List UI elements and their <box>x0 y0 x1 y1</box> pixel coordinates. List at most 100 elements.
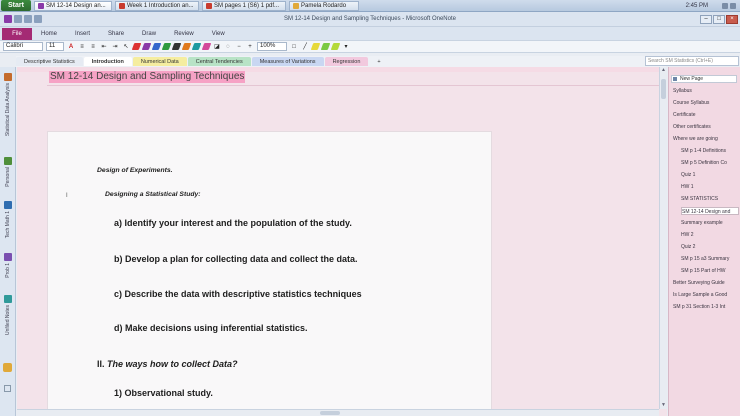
page-list-item[interactable]: Quiz 2 <box>681 243 739 251</box>
title-divider <box>47 85 667 86</box>
page-list-item[interactable]: SM STATISTICS <box>681 195 739 203</box>
scroll-up-icon[interactable]: ▲ <box>660 67 667 74</box>
section-heading-title: The ways how to collect Data? <box>107 359 238 369</box>
clock: 2:45 PM <box>685 2 708 9</box>
page-list-item[interactable]: Quiz 1 <box>681 171 739 179</box>
pen-red-icon[interactable] <box>131 43 142 50</box>
page-list-item[interactable]: SM p 1-4 Definitions <box>681 147 739 155</box>
start-button[interactable]: Start <box>1 0 31 11</box>
section-tab[interactable]: Central Tendencies <box>187 57 251 66</box>
section-tab[interactable]: Measures of Variations <box>251 57 324 66</box>
page-list-item[interactable]: Better Surveying Guide <box>673 279 739 287</box>
scrollbar-thumb[interactable] <box>661 79 666 99</box>
expand-pane-icon[interactable] <box>4 385 11 392</box>
notebook-item[interactable]: Tech Math 1 <box>3 201 13 238</box>
list-item[interactable]: c) Describe the data with descriptive st… <box>114 289 362 299</box>
pen-blue-icon[interactable] <box>151 43 162 50</box>
taskbar-item[interactable]: Week 1 Introduction an... <box>115 0 199 11</box>
outdent-icon[interactable]: ⇤ <box>100 43 108 51</box>
page-list-item[interactable]: HW 1 <box>681 183 739 191</box>
highlighter-yellow-icon[interactable] <box>310 43 321 50</box>
bullets-icon[interactable]: ≡ <box>78 43 86 51</box>
section-tab[interactable]: Numerical Data <box>132 57 187 66</box>
page-list-item[interactable]: SM p 15 a3 Summary <box>681 255 739 263</box>
pen-orange-icon[interactable] <box>181 43 192 50</box>
heading[interactable]: Design of Experiments. <box>97 167 173 174</box>
taskbar-item[interactable]: SM 12-14 Design an... <box>34 0 112 11</box>
volume-icon[interactable] <box>730 2 736 9</box>
network-icon[interactable] <box>722 2 728 9</box>
zoom-select[interactable]: 100% <box>257 42 287 51</box>
pen-green-icon[interactable] <box>161 43 172 50</box>
pen-black-icon[interactable] <box>171 43 182 50</box>
zoom-in-icon[interactable]: + <box>246 43 254 51</box>
scrollbar-thumb[interactable] <box>320 411 340 415</box>
page-canvas[interactable]: SM 12-14 Design and Sampling Techniques … <box>17 67 667 416</box>
notebook-label: Personal <box>5 167 11 187</box>
tab-review[interactable]: Review <box>165 28 203 40</box>
font-color-icon[interactable]: A <box>67 43 75 51</box>
page-list-item[interactable]: Certificate <box>673 111 739 119</box>
zoom-out-icon[interactable]: − <box>235 43 243 51</box>
section-tab[interactable]: Introduction <box>83 57 132 66</box>
pen-teal-icon[interactable] <box>191 43 202 50</box>
tab-insert[interactable]: Insert <box>66 28 99 40</box>
more-tools-icon[interactable]: ▾ <box>342 43 350 51</box>
tab-view[interactable]: View <box>203 28 234 40</box>
notebook-item[interactable]: Unfiled Notes <box>3 295 13 335</box>
taskbar-item[interactable]: Pamela Rodardo <box>289 0 359 11</box>
tab-file[interactable]: File <box>2 28 32 40</box>
horizontal-scrollbar[interactable] <box>17 409 659 416</box>
tab-home[interactable]: Home <box>32 28 66 40</box>
taskbar-item-label: Week 1 Introduction an... <box>127 2 194 9</box>
page-list-item[interactable]: Other certificates <box>673 123 739 131</box>
tab-draw[interactable]: Draw <box>133 28 165 40</box>
notebook-item[interactable]: Statistical Data Analysis <box>3 73 13 136</box>
scroll-down-icon[interactable]: ▼ <box>660 402 667 409</box>
pen-pink-icon[interactable] <box>201 43 212 50</box>
add-section-label: + <box>377 58 381 65</box>
numbering-icon[interactable]: ≡ <box>89 43 97 51</box>
indent-icon[interactable]: ⇥ <box>111 43 119 51</box>
page-list-item[interactable]: SM p 15 Part of HW <box>681 267 739 275</box>
eraser-icon[interactable]: ◪ <box>213 43 221 51</box>
list-item[interactable]: a) Identify your interest and the popula… <box>114 218 352 228</box>
page-list-item[interactable]: SM 12-14 Design and <box>681 207 739 215</box>
new-page-button[interactable]: New Page <box>671 75 737 83</box>
highlighter-lime-icon[interactable] <box>330 43 341 50</box>
line-icon[interactable]: ╱ <box>301 43 309 51</box>
section-tab[interactable]: Regression <box>324 57 369 66</box>
page-list-item[interactable]: Is Large Sample a Good <box>673 291 739 299</box>
taskbar-item[interactable]: SM pages 1 (S6) 1 pdf... <box>202 0 286 11</box>
section-tab[interactable]: Descriptive Statistics <box>16 57 83 66</box>
notebook-item[interactable]: Personal <box>3 157 13 187</box>
pen-purple-icon[interactable] <box>141 43 152 50</box>
taskbar-item-label: SM 12-14 Design an... <box>46 2 106 9</box>
list-item[interactable]: b) Develop a plan for collecting data an… <box>114 254 358 264</box>
list-item[interactable]: d) Make decisions using inferential stat… <box>114 323 308 333</box>
notebook-item[interactable]: Prob 1 <box>3 253 13 278</box>
section-heading[interactable]: II. The ways how to collect Data? <box>97 359 238 369</box>
select-icon[interactable]: ↖ <box>122 43 130 51</box>
page-list-item[interactable]: SM p 31 Section 1-3 Int <box>673 303 739 311</box>
page-list-item[interactable]: HW 2 <box>681 231 739 239</box>
tab-share[interactable]: Share <box>99 28 133 40</box>
quick-notes-icon[interactable] <box>3 363 12 372</box>
shapes-icon[interactable]: □ <box>290 43 298 51</box>
vertical-scrollbar[interactable]: ▲ ▼ <box>659 67 667 409</box>
add-section-button[interactable]: + <box>369 57 389 66</box>
lasso-icon[interactable]: ◌ <box>224 43 232 51</box>
highlighter-green-icon[interactable] <box>320 43 331 50</box>
list-item[interactable]: 1) Observational study. <box>114 388 213 398</box>
font-size-select[interactable]: 11 <box>46 42 64 51</box>
page-title[interactable]: SM 12-14 Design and Sampling Techniques <box>49 71 246 83</box>
font-select[interactable]: Calibri <box>3 42 43 51</box>
search-input[interactable]: Search SM Statistics (Ctrl+E) <box>645 56 739 66</box>
page-list-item[interactable]: Syllabus <box>673 87 739 95</box>
page-list-item[interactable]: Summary example <box>681 219 739 227</box>
page-list-item[interactable]: SM p 5 Definition Co <box>681 159 739 167</box>
subheading[interactable]: Designing a Statistical Study: <box>105 191 201 198</box>
page-list-item[interactable]: Course Syllabus <box>673 99 739 107</box>
page-list-item[interactable]: Where we are going <box>673 135 739 143</box>
section-heading-prefix: II. <box>97 359 108 369</box>
